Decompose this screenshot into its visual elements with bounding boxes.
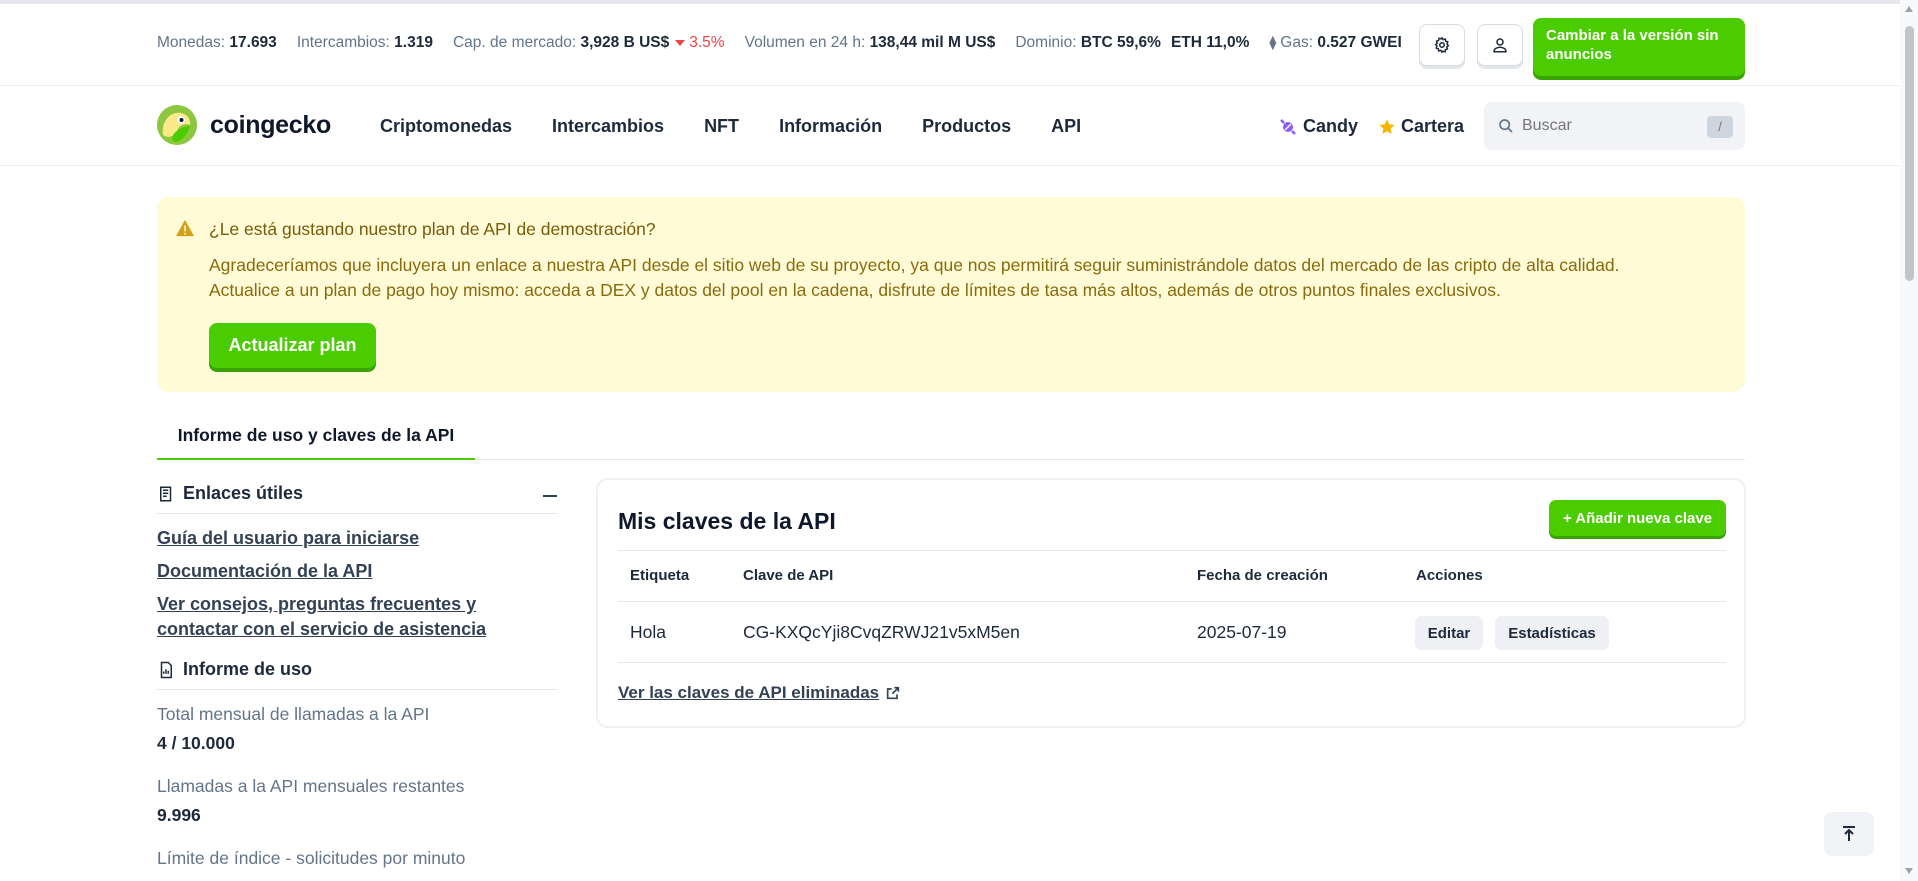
api-keys-card: Mis claves de la API + Añadir nueva clav… xyxy=(596,478,1746,728)
scroll-up-arrow-icon[interactable] xyxy=(1905,6,1913,12)
main-navbar: coingecko Criptomonedas Intercambios NFT… xyxy=(0,86,1900,166)
caret-down-icon xyxy=(675,39,686,46)
banner-title: ¿Le está gustando nuestro plan de API de… xyxy=(209,219,656,239)
gecko-logo-icon xyxy=(157,105,197,145)
book-icon xyxy=(160,486,172,501)
useful-links-list: Guía del usuario para iniciarse Document… xyxy=(157,526,557,642)
market-cap-change: 3.5% xyxy=(675,34,725,51)
nav-candy[interactable]: Candy xyxy=(1279,116,1358,137)
stat-coins[interactable]: Monedas: 17.693 xyxy=(157,34,277,52)
global-stats-bar: Monedas: 17.693 Intercambios: 1.319 Cap.… xyxy=(0,4,1900,86)
nav-information[interactable]: Información xyxy=(779,116,882,137)
table-row: Hola CG-KXQcYji8CvqZRWJ21v5xM5en 2025-07… xyxy=(618,602,1726,663)
scrollbar-thumb[interactable] xyxy=(1905,26,1914,281)
column-api-key: Clave de API xyxy=(743,567,834,584)
settings-button[interactable] xyxy=(1419,24,1465,66)
warning-icon xyxy=(176,219,194,237)
usage-rate-limit: Límite de índice - solicitudes por minut… xyxy=(157,848,466,868)
stat-volume[interactable]: Volumen en 24 h: 138,44 mil M US$ xyxy=(745,34,996,52)
link-api-documentation[interactable]: Documentación de la API xyxy=(157,559,557,584)
nav-exchanges[interactable]: Intercambios xyxy=(552,116,664,137)
column-actions: Acciones xyxy=(1416,567,1483,584)
usage-monthly-remaining: Llamadas a la API mensuales restantes 9.… xyxy=(157,776,465,825)
add-new-key-button[interactable]: + Añadir nueva clave xyxy=(1549,500,1726,536)
usage-monthly-total: Total mensual de llamadas a la API 4 / 1… xyxy=(157,704,430,753)
key-label: Hola xyxy=(630,622,666,642)
search-icon xyxy=(1499,119,1513,133)
api-key-value[interactable]: CG-KXQcYji8CvqZRWJ21v5xM5en xyxy=(743,602,1020,662)
scroll-down-arrow-icon[interactable] xyxy=(1905,868,1913,874)
usage-report-header: Informe de uso xyxy=(157,654,557,690)
collapse-icon[interactable] xyxy=(543,495,557,497)
ethereum-icon: ⧫ xyxy=(1269,34,1277,50)
nav-api[interactable]: API xyxy=(1051,116,1081,137)
tab-usage-and-keys[interactable]: Informe de uso y claves de la API xyxy=(157,425,475,460)
star-icon xyxy=(1379,119,1395,134)
key-stats-button[interactable]: Estadísticas xyxy=(1495,616,1609,650)
column-label: Etiqueta xyxy=(630,567,690,584)
ad-free-button[interactable]: Cambiar a la versión sin anuncios xyxy=(1533,18,1745,76)
nav-cryptocurrencies[interactable]: Criptomonedas xyxy=(380,116,512,137)
useful-links-header[interactable]: Enlaces útiles xyxy=(157,478,557,514)
deleted-keys-link[interactable]: Ver las claves de API eliminadas xyxy=(618,683,901,703)
external-link-icon xyxy=(886,686,900,700)
user-account-button[interactable] xyxy=(1477,24,1523,66)
stat-dominance[interactable]: Dominio: BTC 59,6% ETH 11,0% xyxy=(1015,34,1249,52)
link-getting-started-guide[interactable]: Guía del usuario para iniciarse xyxy=(157,526,557,551)
edit-key-button[interactable]: Editar xyxy=(1415,616,1483,650)
api-keys-table: Etiqueta Clave de API Fecha de creación … xyxy=(618,550,1726,663)
stat-gas[interactable]: ⧫ Gas: 0.527 GWEI xyxy=(1269,34,1401,52)
report-icon xyxy=(160,661,172,678)
nav-portfolio[interactable]: Cartera xyxy=(1378,116,1464,137)
api-keys-title: Mis claves de la API xyxy=(618,508,836,534)
key-created-date: 2025-07-19 xyxy=(1197,622,1287,642)
nav-products[interactable]: Productos xyxy=(922,116,1011,137)
gear-icon xyxy=(1434,36,1450,54)
candy-icon xyxy=(1280,118,1296,135)
stat-exchanges[interactable]: Intercambios: 1.319 xyxy=(297,34,433,52)
arrow-up-icon xyxy=(1843,826,1855,841)
demo-plan-banner: ¿Le está gustando nuestro plan de API de… xyxy=(157,197,1745,392)
tab-bar: Informe de uso y claves de la API xyxy=(157,413,1745,460)
nav-nft[interactable]: NFT xyxy=(704,116,739,137)
banner-body: Agradeceríamos que incluyera un enlace a… xyxy=(209,255,1620,300)
search-shortcut-key: / xyxy=(1707,116,1733,138)
upgrade-plan-button[interactable]: Actualizar plan xyxy=(209,323,376,368)
stat-market-cap[interactable]: Cap. de mercado: 3,928 B US$ 3.5% xyxy=(453,34,725,52)
sidebar: Enlaces útiles Guía del usuario para ini… xyxy=(157,478,557,869)
coingecko-logo[interactable]: coingecko xyxy=(157,105,331,145)
primary-nav-links: Criptomonedas Intercambios NFT Informaci… xyxy=(380,116,1121,137)
table-header: Etiqueta Clave de API Fecha de creación … xyxy=(618,550,1726,602)
scroll-to-top-button[interactable] xyxy=(1824,812,1874,856)
column-created-date: Fecha de creación xyxy=(1197,567,1328,584)
link-support[interactable]: Ver consejos, preguntas frecuentes y con… xyxy=(157,592,497,642)
stats-list: Monedas: 17.693 Intercambios: 1.319 Cap.… xyxy=(157,34,1422,52)
search-input[interactable] xyxy=(1522,117,1692,135)
user-icon xyxy=(1493,38,1507,53)
page-scrollbar[interactable] xyxy=(1900,0,1918,881)
search-box[interactable]: / xyxy=(1484,102,1745,150)
